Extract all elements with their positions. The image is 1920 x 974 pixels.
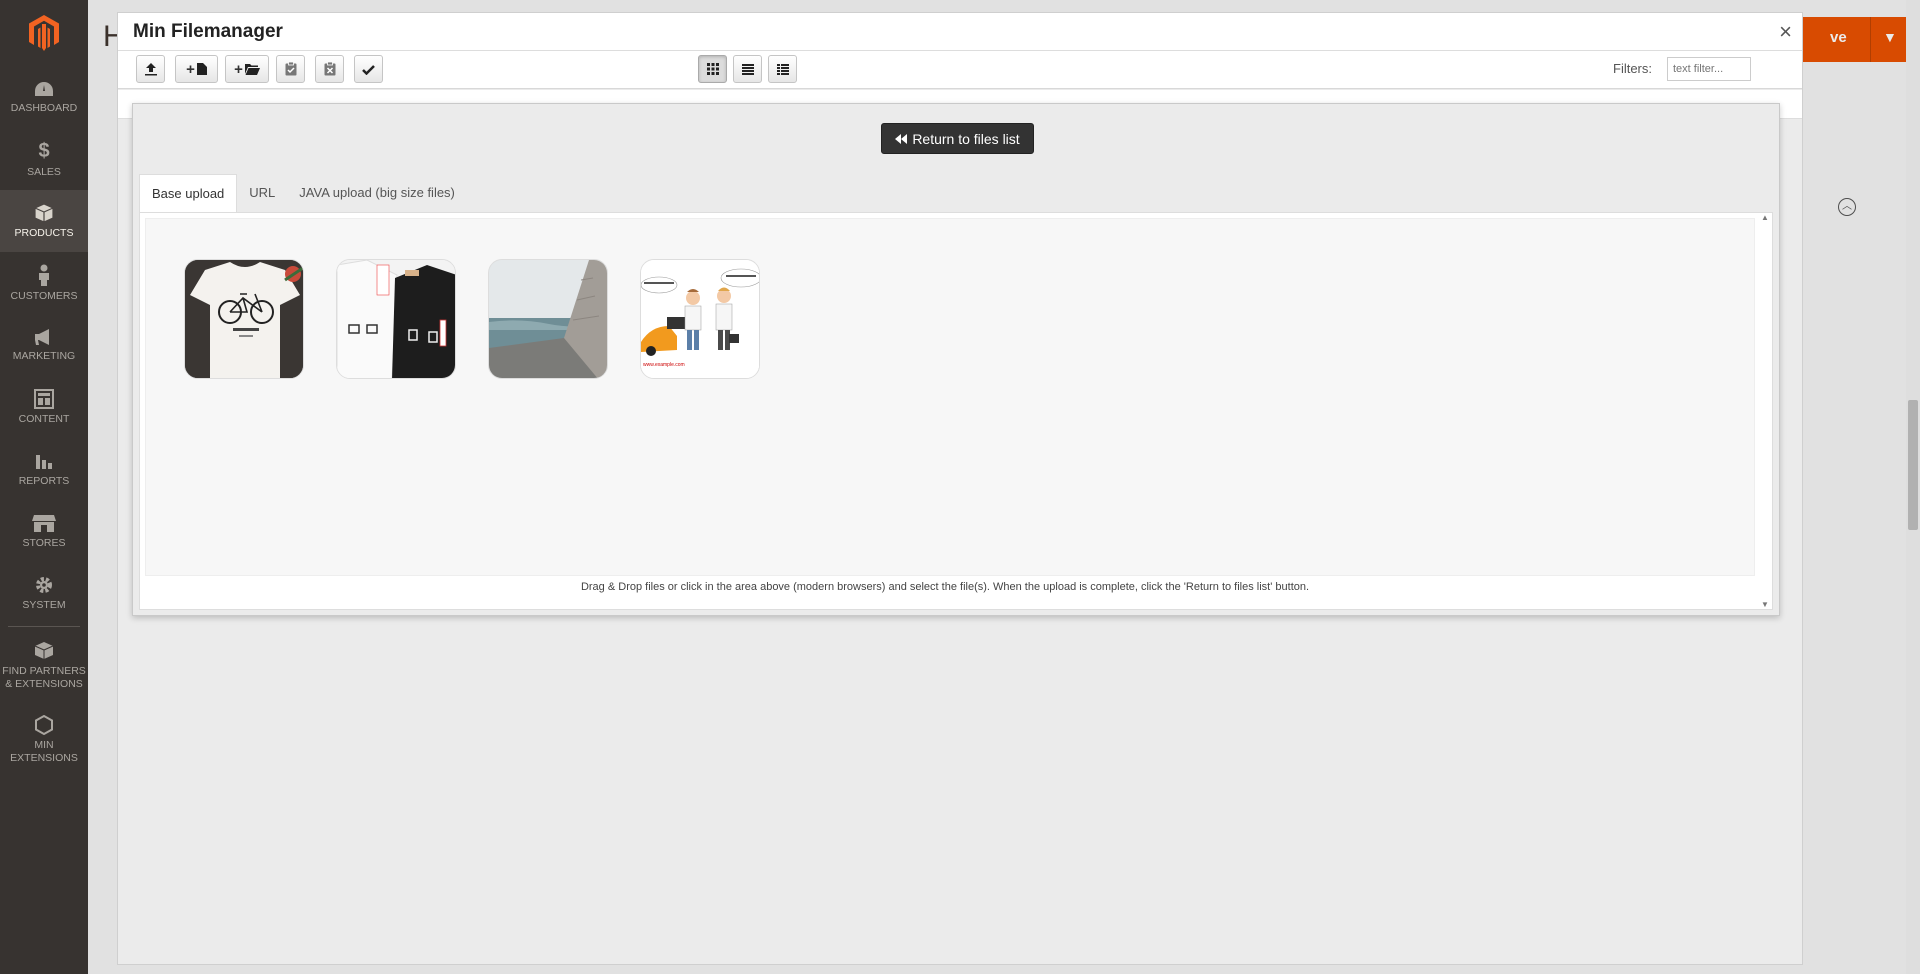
- modal-header: Min Filemanager ×: [118, 13, 1802, 51]
- select-all-button[interactable]: [354, 55, 383, 83]
- bar-chart-icon: [36, 454, 52, 469]
- sidebar-item-min-extensions[interactable]: MIN EXTENSIONS: [0, 703, 88, 777]
- sidebar-item-label: FIND PARTNERS & EXTENSIONS: [2, 665, 86, 690]
- filemanager-modal: Min Filemanager × + + Filters: text filt…: [117, 12, 1803, 965]
- upload-tabs: Base upload URL JAVA upload (big size fi…: [139, 174, 467, 212]
- paste-button[interactable]: [276, 55, 305, 83]
- sidebar-item-label: MIN EXTENSIONS: [10, 739, 78, 764]
- magento-logo[interactable]: [0, 0, 88, 66]
- admin-sidebar: DASHBOARD $ SALES PRODUCTS CUSTOMERS MAR…: [0, 0, 88, 974]
- upload-tab-content: www.example.com Drag & Drop files or cli…: [139, 212, 1773, 610]
- file-icon: [196, 63, 207, 75]
- sidebar-divider: [8, 626, 80, 627]
- thumbnail-tshirts-pair[interactable]: [336, 259, 456, 379]
- return-to-files-button[interactable]: Return to files list: [881, 123, 1034, 154]
- new-folder-button[interactable]: +: [225, 55, 269, 83]
- filters-label: Filters:: [1613, 61, 1652, 76]
- thumbnail-sea-wall[interactable]: [488, 259, 608, 379]
- sidebar-item-products[interactable]: PRODUCTS: [0, 190, 88, 252]
- check-icon: [362, 64, 375, 75]
- upload-panel: Return to files list Base upload URL JAV…: [132, 103, 1780, 616]
- sidebar-item-reports[interactable]: REPORTS: [0, 438, 88, 500]
- cubes-icon: [34, 642, 54, 660]
- grid-icon: [706, 63, 719, 75]
- sea-wall-image: [489, 260, 607, 378]
- view-grid-button[interactable]: [698, 55, 727, 83]
- clear-clipboard-button[interactable]: [315, 55, 344, 83]
- return-label: Return to files list: [912, 130, 1020, 147]
- thumbnail-caption: www.example.com: [643, 362, 685, 368]
- sidebar-item-label: MARKETING: [12, 349, 76, 362]
- sidebar-item-content[interactable]: CONTENT: [0, 376, 88, 438]
- hexagon-icon: [35, 715, 53, 736]
- folder-open-icon: [244, 63, 260, 75]
- gear-icon: [36, 576, 52, 593]
- sidebar-item-customers[interactable]: CUSTOMERS: [0, 252, 88, 314]
- backward-icon: [895, 133, 908, 144]
- new-file-button[interactable]: +: [175, 55, 218, 83]
- dropzone[interactable]: www.example.com: [145, 218, 1755, 576]
- speedometer-icon: [35, 81, 53, 96]
- sidebar-item-label: STORES: [22, 536, 66, 549]
- tshirt-bicycle-image: [185, 260, 303, 378]
- columns-icon: [776, 63, 789, 75]
- view-columns-button[interactable]: [768, 55, 797, 83]
- sidebar-item-label: CUSTOMERS: [10, 289, 78, 302]
- scroll-down-icon[interactable]: ▼: [1761, 600, 1769, 609]
- close-button[interactable]: ×: [1779, 19, 1792, 45]
- upload-icon: [144, 63, 157, 76]
- upload-scrollbar[interactable]: ▲ ▼: [1758, 213, 1772, 609]
- view-list-button[interactable]: [733, 55, 762, 83]
- storefront-icon: [32, 514, 56, 532]
- sidebar-item-label: SALES: [27, 166, 61, 179]
- thumbnail-cartoon-business[interactable]: www.example.com: [640, 259, 760, 379]
- toolbar: + + Filters: text filter...: [118, 51, 1802, 89]
- tshirts-pair-image: [337, 260, 455, 378]
- tab-base-upload[interactable]: Base upload: [139, 174, 238, 212]
- tab-java-upload[interactable]: JAVA upload (big size files): [287, 174, 467, 212]
- tab-url[interactable]: URL: [237, 174, 287, 212]
- list-icon: [741, 63, 754, 75]
- sidebar-item-marketing[interactable]: MARKETING: [0, 314, 88, 376]
- clipboard-check-icon: [285, 62, 296, 76]
- upload-hint: Drag & Drop files or click in the area a…: [580, 581, 1310, 593]
- sidebar-item-system[interactable]: SYSTEM: [0, 562, 88, 624]
- modal-title: Min Filemanager: [133, 21, 283, 42]
- upload-button[interactable]: [136, 55, 165, 83]
- sidebar-item-stores[interactable]: STORES: [0, 500, 88, 562]
- box-icon: [34, 203, 54, 223]
- sidebar-item-label: DASHBOARD: [10, 101, 78, 114]
- person-icon: [39, 264, 49, 286]
- sidebar-item-find-partners[interactable]: FIND PARTNERS & EXTENSIONS: [0, 629, 88, 703]
- sidebar-item-sales[interactable]: $ SALES: [0, 128, 88, 190]
- plus-icon: +: [186, 60, 195, 78]
- scroll-up-icon[interactable]: ▲: [1761, 213, 1769, 222]
- magento-logo-icon: [29, 15, 59, 51]
- sidebar-item-label: SYSTEM: [22, 598, 66, 611]
- sidebar-item-dashboard[interactable]: DASHBOARD: [0, 66, 88, 128]
- thumbnail-tshirt-bicycle[interactable]: [184, 259, 304, 379]
- plus-icon: +: [234, 60, 243, 78]
- sidebar-item-label: PRODUCTS: [14, 226, 74, 239]
- sidebar-item-label: REPORTS: [18, 474, 70, 487]
- clipboard-x-icon: [324, 62, 335, 76]
- layout-icon: [34, 388, 54, 409]
- dollar-icon: $: [38, 140, 50, 163]
- filter-input[interactable]: [1667, 57, 1751, 81]
- megaphone-icon: [35, 328, 49, 345]
- sidebar-item-label: CONTENT: [18, 412, 70, 425]
